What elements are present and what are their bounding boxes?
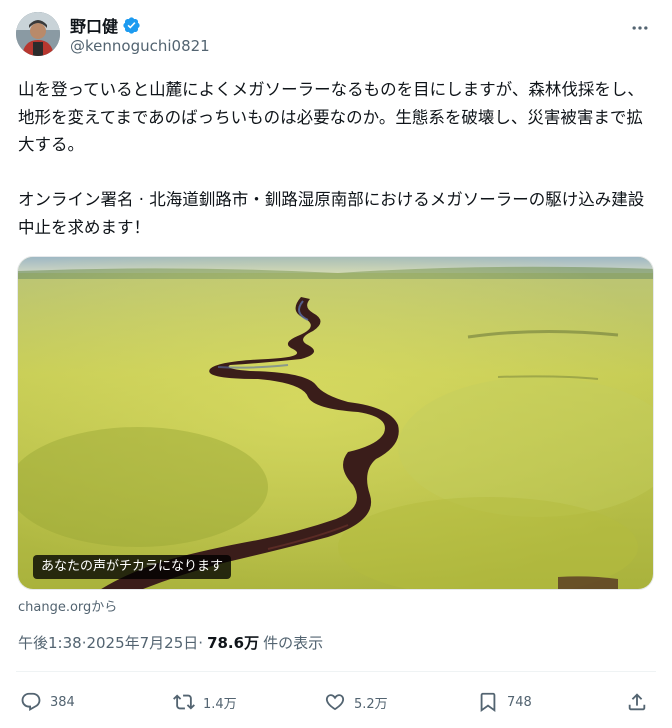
card-image	[18, 257, 653, 589]
reply-count: 384	[50, 694, 75, 710]
tweet-time[interactable]: 午後1:38	[18, 632, 82, 653]
share-icon	[628, 693, 646, 711]
tweet-date[interactable]: 2025年7月25日	[86, 632, 198, 653]
view-count[interactable]: 78.6万	[207, 632, 259, 653]
bookmark-button[interactable]: 748	[477, 688, 532, 716]
bookmark-count: 748	[507, 694, 532, 710]
bookmark-icon	[480, 692, 496, 713]
repost-button[interactable]: 1.4万	[173, 688, 237, 716]
like-count: 5.2万	[354, 696, 388, 712]
reply-icon	[21, 692, 41, 711]
heart-icon	[325, 694, 345, 711]
more-options-icon[interactable]	[628, 16, 652, 40]
meta-separator: ·	[198, 633, 204, 652]
link-card[interactable]: あなたの声がチカラになります	[17, 256, 654, 590]
view-count-label: 件の表示	[263, 634, 324, 652]
divider	[16, 671, 656, 672]
display-name[interactable]: 野口健	[70, 13, 118, 37]
tweet-text: 山を登っていると山麓によくメガソーラーなるものを目にしますが、森林伐採をし、地形…	[18, 80, 645, 237]
name-row: 野口健	[70, 14, 141, 36]
like-button[interactable]: 5.2万	[324, 688, 388, 716]
card-overlay-text: あなたの声がチカラになります	[33, 555, 232, 579]
user-handle[interactable]: @kennoguchi0821	[70, 37, 210, 55]
repost-icon	[173, 694, 195, 710]
tweet-meta: 午後1:38 · 2025年7月25日 · 78.6万 件の表示	[18, 632, 323, 653]
avatar[interactable]	[16, 12, 60, 56]
verified-badge-icon	[122, 16, 141, 35]
repost-count: 1.4万	[203, 696, 237, 712]
card-source-link[interactable]: change.orgから	[18, 596, 117, 615]
share-button[interactable]	[626, 688, 648, 716]
reply-button[interactable]: 384	[20, 688, 75, 716]
action-bar: 384 1.4万 5.2万 748	[18, 688, 656, 716]
tweet-header: 野口健 @kennoguchi0821	[16, 10, 656, 60]
